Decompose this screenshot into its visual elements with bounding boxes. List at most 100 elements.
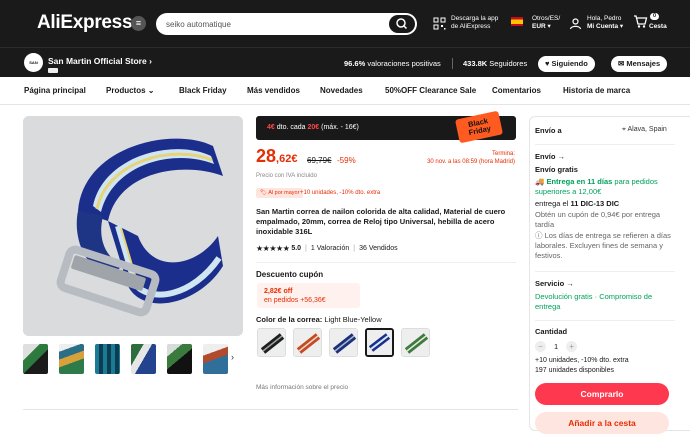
nav-new[interactable]: Novedades xyxy=(320,86,363,95)
cart-icon xyxy=(634,15,648,28)
arrow-right-icon: → xyxy=(564,279,574,288)
search-button[interactable] xyxy=(389,15,415,33)
store-tag xyxy=(48,68,58,73)
available-units: 197 unidades disponibles xyxy=(535,367,615,374)
coupon-section: Descuento cupón 2,82€ off en pedidos +56,… xyxy=(256,262,516,312)
currency: EUR xyxy=(532,23,546,30)
more-price-info-link[interactable]: Más información sobre el precio xyxy=(256,384,348,391)
cart-count-badge: 0 xyxy=(650,13,660,20)
color-swatch[interactable] xyxy=(293,328,322,357)
nav-products[interactable]: Productos ⌄ xyxy=(106,86,155,95)
thumbnail[interactable] xyxy=(23,344,48,374)
my-account: Mi Cuenta xyxy=(587,23,619,30)
black-friday-badge: Black Friday xyxy=(454,110,504,144)
promo-text: 4€ dto. cada 20€ (máx. - 16€) xyxy=(267,124,359,131)
workdays-text: Los días de entrega se refieren a días l… xyxy=(535,231,671,260)
workdays-note: ⓘ Los días de entrega se refieren a días… xyxy=(535,231,675,261)
coupon-condition: en pedidos +56,36€ xyxy=(264,297,326,304)
account-menu[interactable]: Hola, Pedro Mi Cuenta ▾ xyxy=(569,15,623,31)
promo-amount: 4€ xyxy=(267,124,275,131)
search-bar xyxy=(156,13,417,35)
app-line2: de AliExpress xyxy=(451,23,491,30)
delivery-date: entrega el 11 DIC-13 DIC xyxy=(535,199,619,208)
nav-products-label: Productos xyxy=(106,86,146,95)
chevron-right-icon[interactable]: › xyxy=(231,352,234,362)
service-header[interactable]: Servicio → xyxy=(535,279,574,288)
price-main: 28 xyxy=(256,146,277,166)
quantity-value[interactable]: 1 xyxy=(554,342,558,351)
user-greeting: Hola, Pedro xyxy=(587,15,622,22)
product-title: San Martin correa de nailon colorida de … xyxy=(256,207,506,236)
delivery-estimate: 🚚 Entrega en 11 días para pedidos superi… xyxy=(535,177,675,197)
language-currency[interactable]: Otros/ES/ EUR ▾ xyxy=(532,15,560,31)
discount-percent: -59% xyxy=(337,156,356,165)
cart[interactable]: 0 Cesta xyxy=(633,13,667,31)
rating-value: 96.6% xyxy=(344,59,366,68)
rating-score: 5.0 xyxy=(291,245,302,252)
menu-icon[interactable]: ≡ xyxy=(131,16,146,31)
promo-mid: dto. cada xyxy=(274,124,308,131)
review-count: 1 Valoración xyxy=(310,245,350,252)
aliexpress-logo[interactable]: AliExpress xyxy=(37,12,133,34)
quantity-stepper: − 1 + xyxy=(535,341,578,352)
coupon-card[interactable]: 2,82€ off en pedidos +56,36€ xyxy=(257,283,360,308)
thumbnail[interactable] xyxy=(59,344,84,374)
decrement-button[interactable]: − xyxy=(535,341,546,352)
color-swatch[interactable] xyxy=(257,328,286,357)
app-download[interactable]: Descarga la app de AliExpress xyxy=(433,15,498,31)
color-label-text: Color de la correa: xyxy=(256,315,323,324)
color-swatch[interactable] xyxy=(329,328,358,357)
store-logo[interactable]: SAN MARTIN xyxy=(24,53,43,84)
color-swatch[interactable] xyxy=(401,328,430,357)
ship-location[interactable]: ⌖ Alava, Spain xyxy=(622,126,667,134)
nav-black-friday[interactable]: Black Friday xyxy=(179,86,227,95)
divider xyxy=(452,58,453,69)
nav-clearance[interactable]: 50%OFF Clearance Sale xyxy=(385,86,476,95)
divider xyxy=(535,144,675,145)
price-cents: ,62€ xyxy=(276,153,298,165)
thumbnail[interactable] xyxy=(167,344,192,374)
ends-date: 30 nov. a las 08:59 (hora Madrid) xyxy=(427,159,515,165)
ship-to-label: Envío a xyxy=(535,126,562,135)
nav-home[interactable]: Página principal xyxy=(24,86,86,95)
search-input[interactable] xyxy=(166,16,371,32)
store-nav: Página principal Productos ⌄ Black Frida… xyxy=(0,77,690,105)
buy-now-button[interactable]: Comprarlo xyxy=(535,383,669,405)
color-swatch-selected[interactable] xyxy=(365,328,394,357)
qty-note: +10 unidades, -10% dto. extra xyxy=(535,357,629,364)
lang-line1: Otros/ES/ xyxy=(532,15,561,22)
product-rating[interactable]: ★★★★★ 5.0 | 1 Valoración | 36 Vendidos xyxy=(256,244,398,253)
messages-button[interactable]: ✉ Mensajes xyxy=(611,56,668,72)
tag-icon: 🏷 xyxy=(260,190,269,196)
increment-button[interactable]: + xyxy=(566,341,578,352)
late-coupon: Obtén un cupón de 0,94€ por entrega tard… xyxy=(535,210,661,229)
thumbnail[interactable] xyxy=(95,344,120,374)
spain-flag-icon[interactable] xyxy=(511,17,523,26)
nav-reviews[interactable]: Comentarios xyxy=(492,86,541,95)
price: 28,62€ xyxy=(256,146,297,167)
nav-best-sellers[interactable]: Más vendidos xyxy=(247,86,300,95)
color-label: Color de la correa: Light Blue-Yellow xyxy=(256,315,382,324)
separator: | xyxy=(305,245,307,252)
search-icon xyxy=(396,18,408,30)
vat-note: Precio con IVA incluido xyxy=(256,173,317,179)
thumbnail[interactable] xyxy=(203,344,228,374)
store-name[interactable]: San Martin Official Store › xyxy=(48,56,152,66)
product-main-image[interactable] xyxy=(23,116,243,336)
promo-banner[interactable]: 4€ dto. cada 20€ (máx. - 16€) Black Frida… xyxy=(256,110,516,144)
follow-button[interactable]: ♥ Siguiendo xyxy=(538,56,595,72)
shipping-header[interactable]: Envío → xyxy=(535,152,565,161)
divider xyxy=(23,409,518,410)
color-swatches xyxy=(257,328,430,357)
promo-max: (máx. - 16€) xyxy=(319,124,359,131)
wholesale-label: Al por mayor xyxy=(268,190,300,196)
truck-icon: 🚚 xyxy=(535,177,547,186)
store-name-text: San Martin Official Store xyxy=(48,56,147,66)
nav-brand-story[interactable]: Historia de marca xyxy=(563,86,630,95)
shipping-header-text: Envío xyxy=(535,152,556,161)
divider xyxy=(535,320,675,321)
divider xyxy=(535,271,675,272)
delivery-date-value: 11 DIC-13 DIC xyxy=(570,199,620,208)
chevron-down-icon: ▾ xyxy=(545,23,551,30)
thumbnail[interactable] xyxy=(131,344,156,374)
